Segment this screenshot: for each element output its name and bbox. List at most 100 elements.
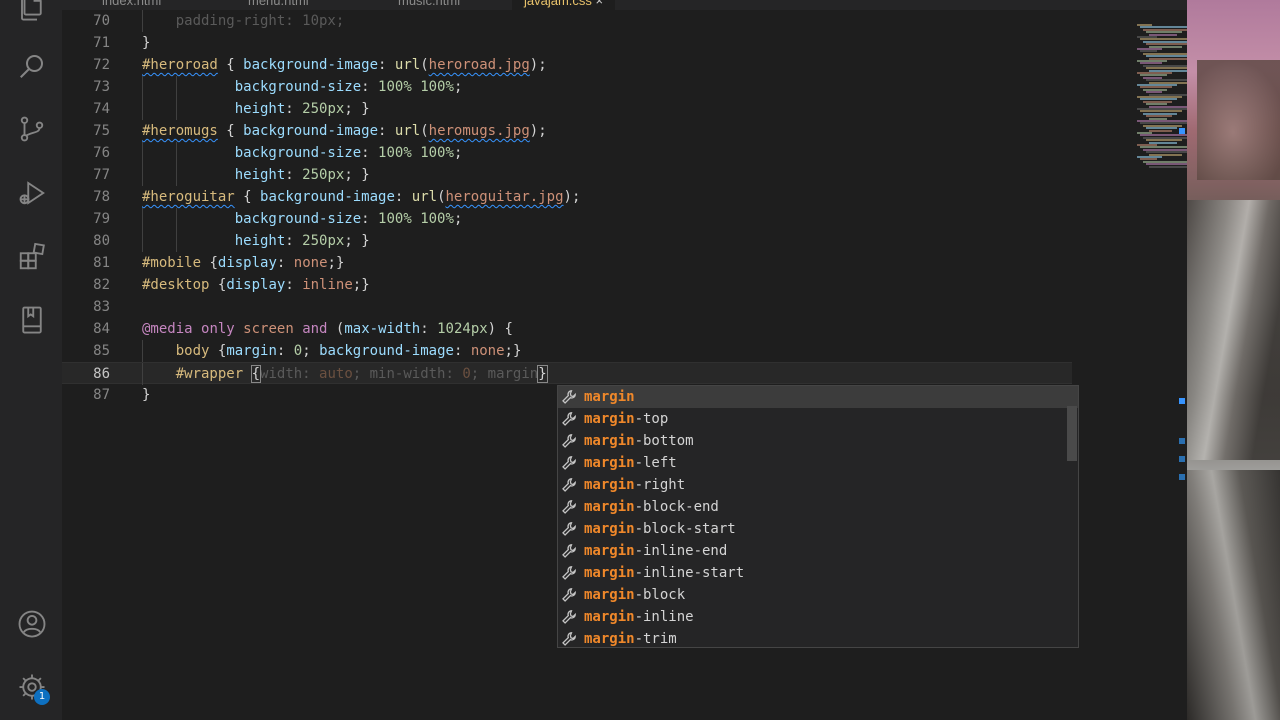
autocomplete-suggestions[interactable]: margin margin-top margin-bottom margin-left… <box>557 385 1079 648</box>
suggest-scrollbar[interactable] <box>1067 406 1077 461</box>
line-number: 72 <box>93 57 110 73</box>
wrench-icon <box>561 565 577 581</box>
tab-javajam-css[interactable]: javajam.css × <box>512 0 616 10</box>
line-number: 86 <box>93 366 110 382</box>
overview-ruler-mark <box>1179 128 1185 134</box>
suggestion-item[interactable]: margin-trim <box>558 628 1068 650</box>
code-line[interactable]: 82 #desktop {display: inline;} <box>62 274 1072 296</box>
line-number: 84 <box>93 321 110 337</box>
desktop-wallpaper <box>1187 0 1280 720</box>
line-number: 71 <box>93 35 110 51</box>
suggestion-item[interactable]: margin-inline-start <box>558 562 1068 584</box>
overview-ruler-mark <box>1179 474 1185 480</box>
suggestion-label: margin-trim <box>584 628 677 650</box>
wrench-icon <box>561 477 577 493</box>
extensions-icon[interactable] <box>17 242 47 272</box>
code-text: height: 250px; } <box>234 233 370 249</box>
line-number: 78 <box>93 189 110 205</box>
suggestion-label: margin-top <box>584 408 668 430</box>
suggestion-item[interactable]: margin-block <box>558 584 1068 606</box>
bookmark-icon[interactable] <box>17 305 47 335</box>
suggestion-rest: -right <box>634 477 686 493</box>
wrench-icon <box>561 521 577 537</box>
code-line[interactable]: 84 @media only screen and (max-width: 102… <box>62 318 1072 340</box>
code-line[interactable]: 73 background-size: 100% 100%; <box>62 76 1072 98</box>
suggestion-item[interactable]: margin-block-end <box>558 496 1068 518</box>
suggestion-item[interactable]: margin-block-start <box>558 518 1068 540</box>
code-line[interactable]: 70 padding-right: 10px; <box>62 10 1072 32</box>
suggestion-label: margin-block <box>584 584 685 606</box>
suggestion-rest: -block-start <box>634 521 736 537</box>
suggestion-item[interactable]: margin-top <box>558 408 1068 430</box>
suggestion-label: margin-inline-start <box>584 562 744 584</box>
wrench-icon <box>561 433 577 449</box>
suggestion-rest: -left <box>634 455 677 471</box>
line-number: 76 <box>93 145 110 161</box>
code-text: #mobile {display: none;} <box>142 255 345 271</box>
suggestion-match: margin <box>584 455 635 471</box>
suggestion-rest: -inline <box>634 609 694 625</box>
wrench-icon <box>561 411 577 427</box>
wrench-icon <box>561 609 577 625</box>
tab-index-html[interactable]: index.html <box>102 0 161 10</box>
suggestion-item[interactable]: margin-inline <box>558 606 1068 628</box>
wrench-icon <box>561 587 577 603</box>
code-line[interactable]: 86 #wrapper {width: auto; min-width: 0; … <box>62 362 1072 385</box>
suggestion-match: margin <box>584 631 635 647</box>
run-debug-icon[interactable] <box>17 178 47 208</box>
code-line[interactable]: 78 #heroguitar { background-image: url(he… <box>62 186 1072 208</box>
wrench-icon <box>561 455 577 471</box>
suggestion-label: margin-block-start <box>584 518 736 540</box>
wrench-icon <box>561 543 577 559</box>
code-line[interactable]: 79 background-size: 100% 100%; <box>62 208 1072 230</box>
code-line[interactable]: 74 height: 250px; } <box>62 98 1072 120</box>
code-line[interactable]: 80 height: 250px; } <box>62 230 1072 252</box>
suggestion-item[interactable]: margin-right <box>558 474 1068 496</box>
wrench-icon <box>561 499 577 515</box>
search-icon[interactable] <box>17 51 47 81</box>
suggestion-match: margin <box>584 433 635 449</box>
line-number: 74 <box>93 101 110 117</box>
minimap[interactable] <box>1137 24 1187 174</box>
tab-music-html[interactable]: music.html <box>398 0 460 10</box>
code-line[interactable]: 85 body {margin: 0; background-image: no… <box>62 340 1072 362</box>
suggestion-item[interactable]: margin <box>558 386 1078 408</box>
line-number: 73 <box>93 79 110 95</box>
suggestion-item[interactable]: margin-left <box>558 452 1068 474</box>
code-text: @media only screen and (max-width: 1024p… <box>142 321 513 337</box>
suggestion-match: margin <box>584 609 635 625</box>
suggestion-label: margin-inline-end <box>584 540 727 562</box>
suggestion-rest: -inline-start <box>634 565 745 581</box>
suggestion-match: margin <box>584 543 635 559</box>
tab-menu-html[interactable]: menu.html <box>248 0 309 10</box>
code-line[interactable]: 83 <box>62 296 1072 318</box>
suggestion-label: margin-bottom <box>584 430 694 452</box>
code-line[interactable]: 72 #heroroad { background-image: url(hero… <box>62 54 1072 76</box>
line-number: 87 <box>93 387 110 403</box>
explorer-icon[interactable] <box>17 0 47 22</box>
suggestion-match: margin <box>584 565 635 581</box>
source-control-icon[interactable] <box>17 114 47 144</box>
suggestion-item[interactable]: margin-inline-end <box>558 540 1068 562</box>
tab-close-icon[interactable]: × <box>596 0 604 8</box>
suggestion-rest: -block <box>634 587 686 603</box>
code-line[interactable]: 71} <box>62 32 1072 54</box>
suggestion-item[interactable]: margin-bottom <box>558 430 1068 452</box>
code-text: background-size: 100% 100%; <box>234 211 463 227</box>
tab-strip: index.html menu.html music.html javajam.… <box>62 0 1187 10</box>
suggestion-match: margin <box>584 411 635 427</box>
code-text: #heroguitar { background-image: url(hero… <box>142 189 581 205</box>
code-line[interactable]: 77 height: 250px; } <box>62 164 1072 186</box>
code-text: } <box>142 35 151 51</box>
code-text: #heromugs { background-image: url(heromu… <box>142 123 547 139</box>
code-text: #desktop {display: inline;} <box>142 277 370 293</box>
code-line[interactable]: 75 #heromugs { background-image: url(hero… <box>62 120 1072 142</box>
suggestion-match: margin <box>584 587 635 603</box>
account-icon[interactable] <box>17 609 47 639</box>
overview-ruler-mark <box>1179 398 1185 404</box>
code-line[interactable]: 76 background-size: 100% 100%; <box>62 142 1072 164</box>
suggestion-match: margin <box>584 389 635 405</box>
suggestion-rest: -top <box>634 411 669 427</box>
minimap-line <box>1149 165 1187 168</box>
code-line[interactable]: 81 #mobile {display: none;} <box>62 252 1072 274</box>
